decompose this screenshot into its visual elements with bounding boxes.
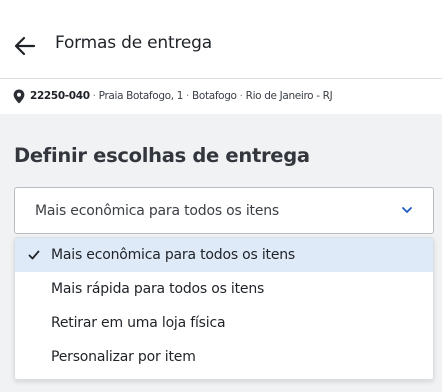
delivery-choice-select[interactable]: Mais econômica para todos os itens xyxy=(14,187,434,234)
option-cheapest[interactable]: Mais econômica para todos os itens xyxy=(15,238,433,272)
arrow-left-icon xyxy=(14,36,36,56)
option-store-pickup[interactable]: Retirar em uma loja física xyxy=(15,306,433,340)
address-neighborhood: Botafogo xyxy=(192,90,237,102)
delivery-options-dropdown: Mais econômica para todos os itens Mais … xyxy=(14,237,434,380)
option-label: Mais rápida para todos os itens xyxy=(51,281,265,297)
section-title: Definir escolhas de entrega xyxy=(14,144,310,167)
address-street: Praia Botafogo, 1 xyxy=(98,90,184,102)
checkmark-icon xyxy=(28,250,40,260)
address-separator: · xyxy=(186,90,190,102)
option-label: Mais econômica para todos os itens xyxy=(51,247,296,263)
option-label: Retirar em uma loja física xyxy=(51,315,226,331)
address-city: Rio de Janeiro - RJ xyxy=(245,90,333,102)
option-customize-per-item[interactable]: Personalizar por item xyxy=(15,340,433,374)
address-cep: 22250-040 xyxy=(30,90,90,102)
chevron-down-icon xyxy=(402,207,412,213)
address-separator: · xyxy=(239,90,243,102)
map-pin-icon xyxy=(13,89,25,104)
page-header: Formas de entrega xyxy=(0,0,442,79)
page-title: Formas de entrega xyxy=(55,33,212,53)
delivery-address-bar: 22250-040 · Praia Botafogo, 1 · Botafogo · Rio… xyxy=(0,79,442,114)
address-separator: · xyxy=(92,90,96,102)
select-value: Mais econômica para todos os itens xyxy=(35,203,280,219)
address-text: 22250-040 · Praia Botafogo, 1 · Botafogo · Rio… xyxy=(30,90,333,102)
option-fastest[interactable]: Mais rápida para todos os itens xyxy=(15,272,433,306)
back-button[interactable] xyxy=(12,33,38,59)
option-label: Personalizar por item xyxy=(51,349,196,365)
